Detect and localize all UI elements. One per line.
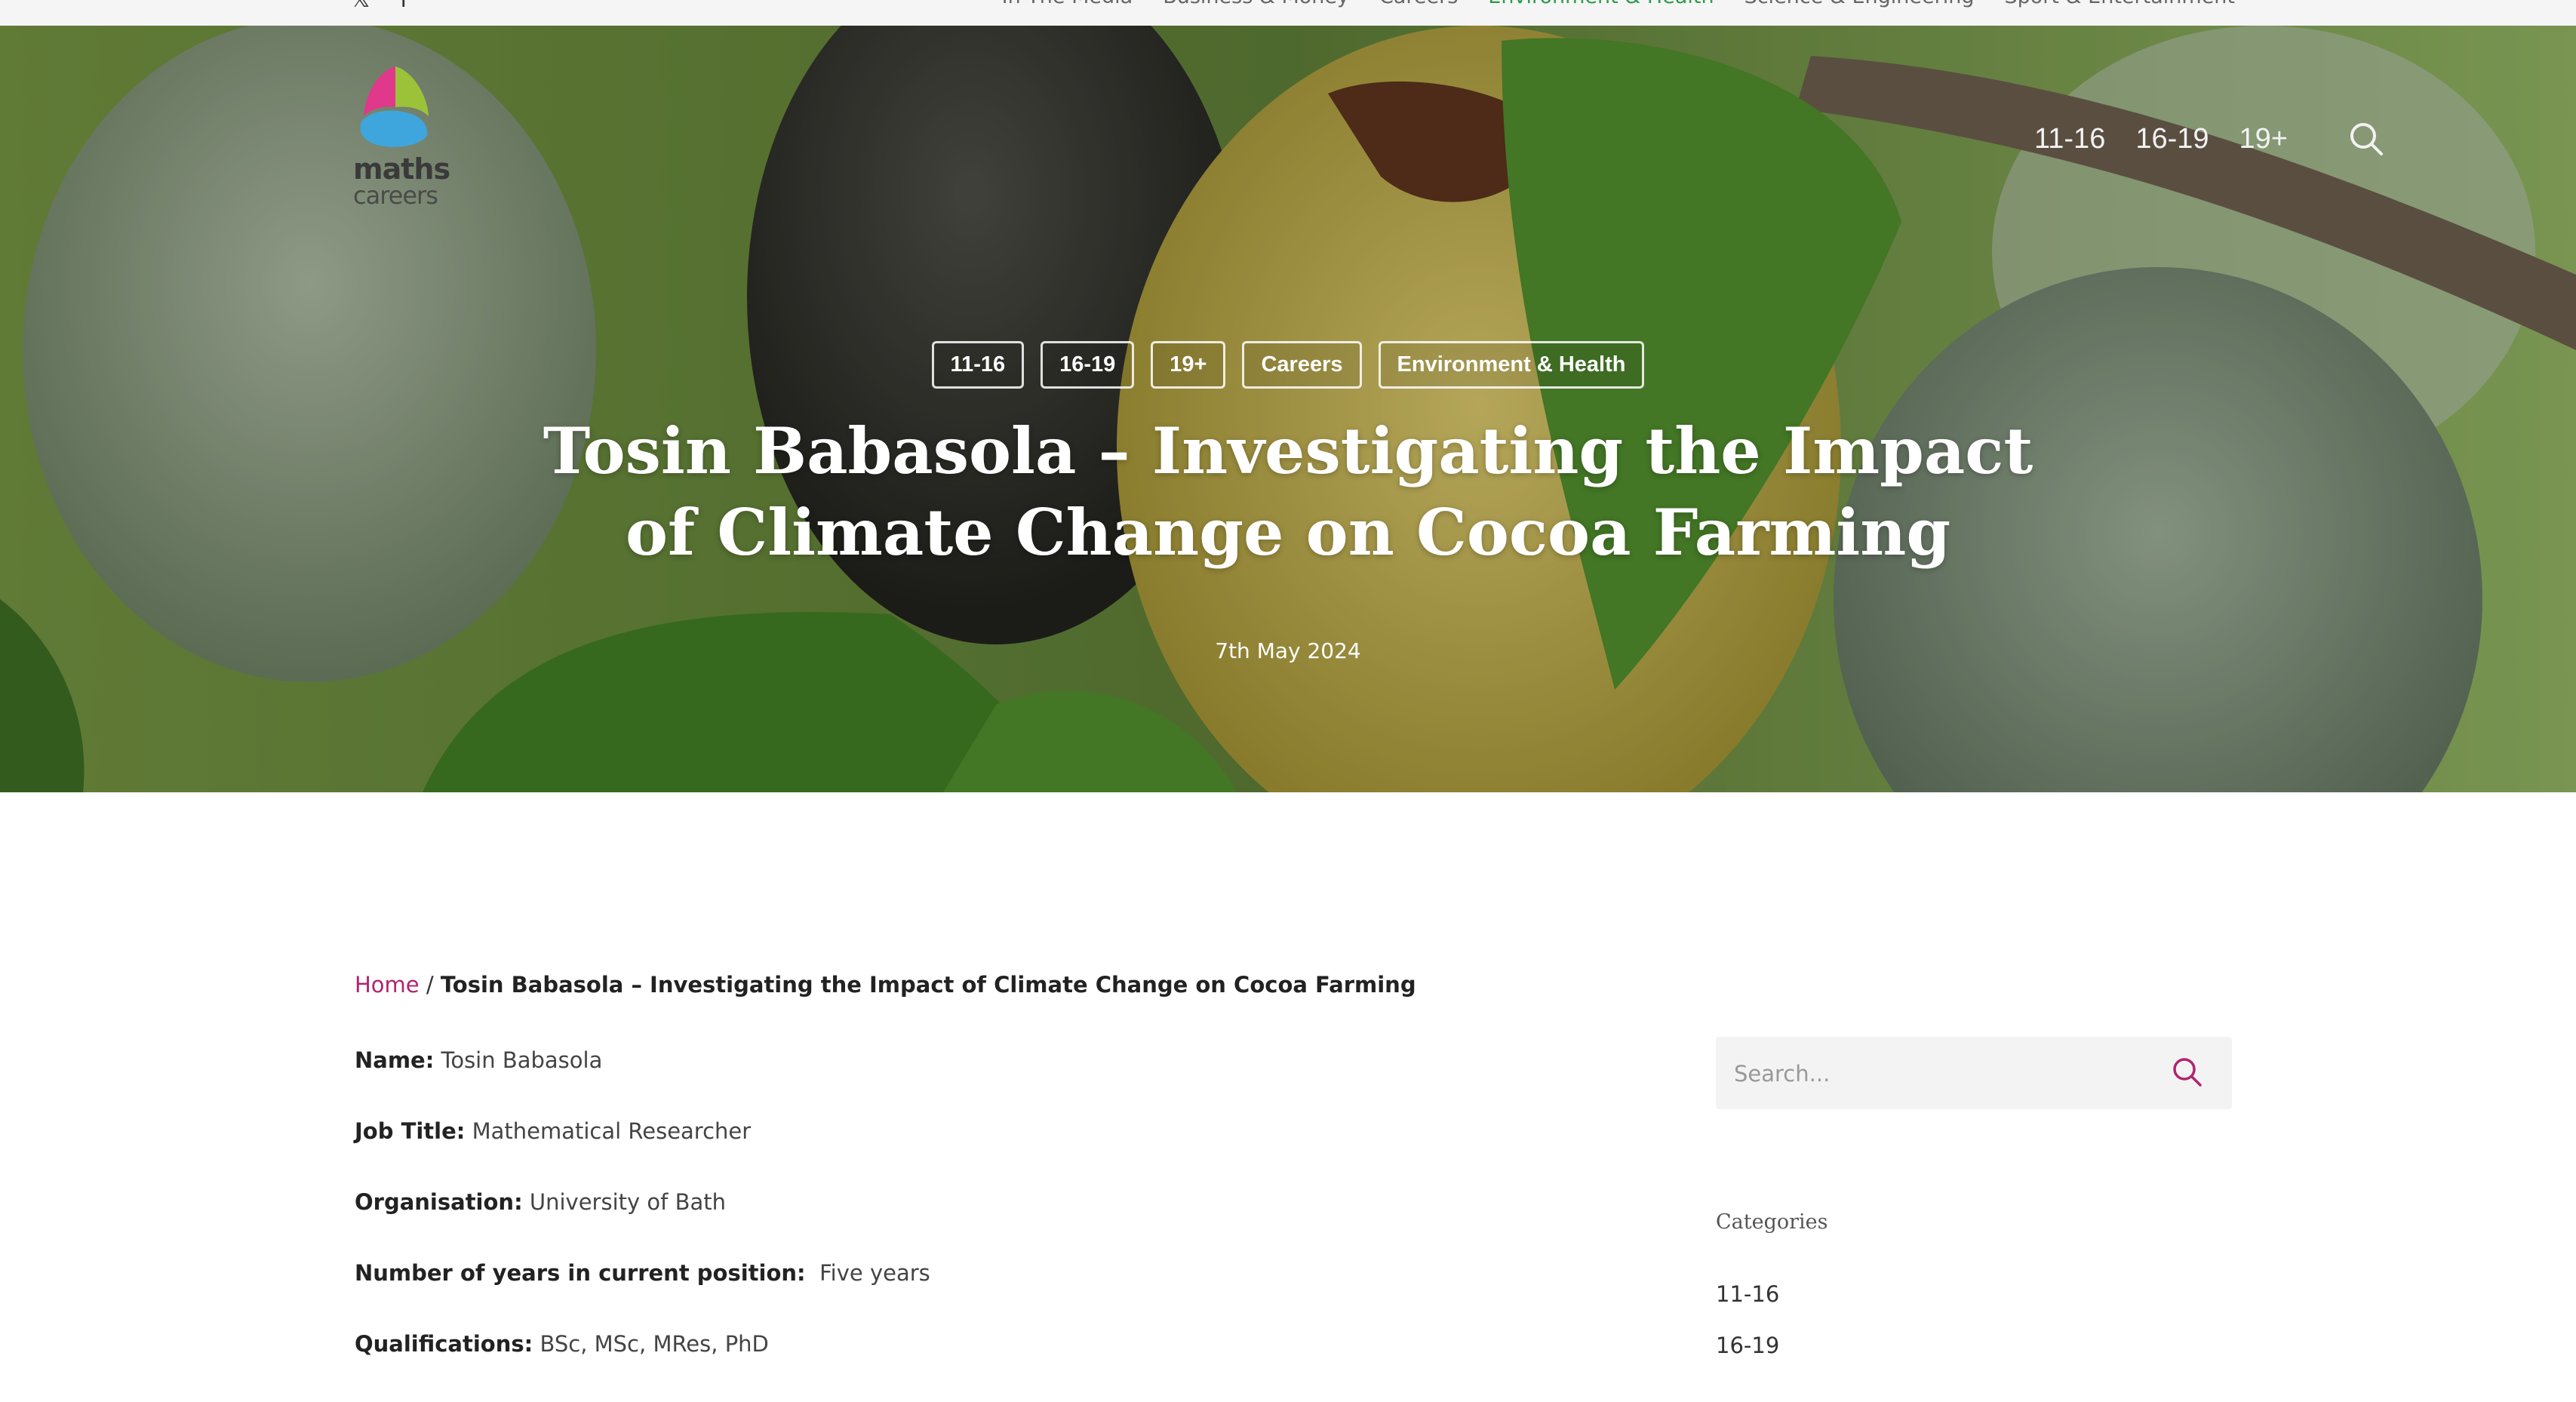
nav-item-16-19[interactable]: 16-19 [2135, 123, 2209, 155]
detail-value: BSc, MSc, MRes, PhD [539, 1331, 769, 1357]
logo-word-careers: careers [353, 181, 438, 210]
detail-row-years: Number of years in current position: Fiv… [355, 1260, 930, 1331]
page-title: Tosin Babasola – Investigating the Impac… [543, 414, 2033, 570]
top-nav-item-science[interactable]: Science & Engineering [1744, 0, 1975, 8]
profile-details: Name: Tosin Babasola Job Title: Mathemat… [355, 1047, 930, 1402]
publish-date: 7th May 2024 [1215, 638, 1361, 663]
top-nav-item-environment[interactable]: Environment & Health [1488, 0, 1714, 8]
detail-row-name: Name: Tosin Babasola [355, 1047, 930, 1118]
x-icon[interactable]: 𝕏 [352, 0, 370, 13]
detail-label: Number of years in current position: [355, 1260, 806, 1286]
top-nav-item-careers[interactable]: Careers [1379, 0, 1458, 8]
category-item-16-19[interactable]: 16-19 [1716, 1333, 1779, 1384]
nav-item-19-plus[interactable]: 19+ [2239, 123, 2288, 155]
top-bar: 𝕏 f In The Media Business & Money Career… [0, 0, 2576, 26]
social-links: 𝕏 f [352, 0, 408, 13]
tag-19-plus[interactable]: 19+ [1151, 341, 1226, 389]
tag-careers[interactable]: Careers [1242, 341, 1362, 389]
sidebar-search [1716, 1037, 2232, 1109]
category-item-11-16[interactable]: 11-16 [1716, 1281, 1779, 1333]
detail-value: Five years [812, 1260, 930, 1286]
tag-11-16[interactable]: 11-16 [931, 341, 1025, 389]
hero-banner: maths careers 11-16 16-19 19+ 11-16 16-1… [0, 26, 2576, 792]
main-nav: 11-16 16-19 19+ [2034, 121, 2384, 157]
top-nav: In The Media Business & Money Careers En… [1002, 0, 2235, 8]
tag-environment-health[interactable]: Environment & Health [1378, 341, 1645, 389]
search-input[interactable] [1732, 1055, 2158, 1093]
search-icon[interactable] [2170, 1055, 2203, 1088]
tag-16-19[interactable]: 16-19 [1041, 341, 1135, 389]
detail-row-organisation: Organisation: University of Bath [355, 1189, 930, 1260]
detail-value: Tosin Babasola [441, 1047, 603, 1073]
top-nav-item-sport[interactable]: Sport & Entertainment [2004, 0, 2235, 8]
detail-label: Qualifications: [355, 1331, 533, 1357]
hero-tags: 11-16 16-19 19+ Careers Environment & He… [0, 341, 2576, 389]
detail-row-qualifications: Qualifications: BSc, MSc, MRes, PhD [355, 1331, 930, 1402]
detail-label: Job Title: [355, 1118, 466, 1144]
breadcrumb: Home / Tosin Babasola – Investigating th… [355, 972, 1416, 998]
breadcrumb-home-link[interactable]: Home [355, 972, 420, 998]
categories-heading: Categories [1716, 1210, 1828, 1234]
detail-row-job-title: Job Title: Mathematical Researcher [355, 1118, 930, 1189]
detail-value: University of Bath [529, 1189, 726, 1215]
detail-label: Name: [355, 1047, 435, 1073]
detail-label: Organisation: [355, 1189, 523, 1215]
breadcrumb-current: Tosin Babasola – Investigating the Impac… [440, 972, 1416, 998]
search-icon[interactable] [2348, 121, 2384, 157]
top-nav-item-business[interactable]: Business & Money [1163, 0, 1349, 8]
facebook-icon[interactable]: f [400, 0, 408, 13]
nav-item-11-16[interactable]: 11-16 [2034, 123, 2105, 155]
site-logo[interactable]: maths careers [349, 63, 454, 214]
breadcrumb-separator: / [426, 972, 434, 998]
detail-value: Mathematical Researcher [472, 1118, 752, 1144]
logo-mark-icon [360, 66, 429, 147]
categories-list: 11-16 16-19 [1716, 1281, 1779, 1384]
top-nav-item-media[interactable]: In The Media [1002, 0, 1133, 8]
